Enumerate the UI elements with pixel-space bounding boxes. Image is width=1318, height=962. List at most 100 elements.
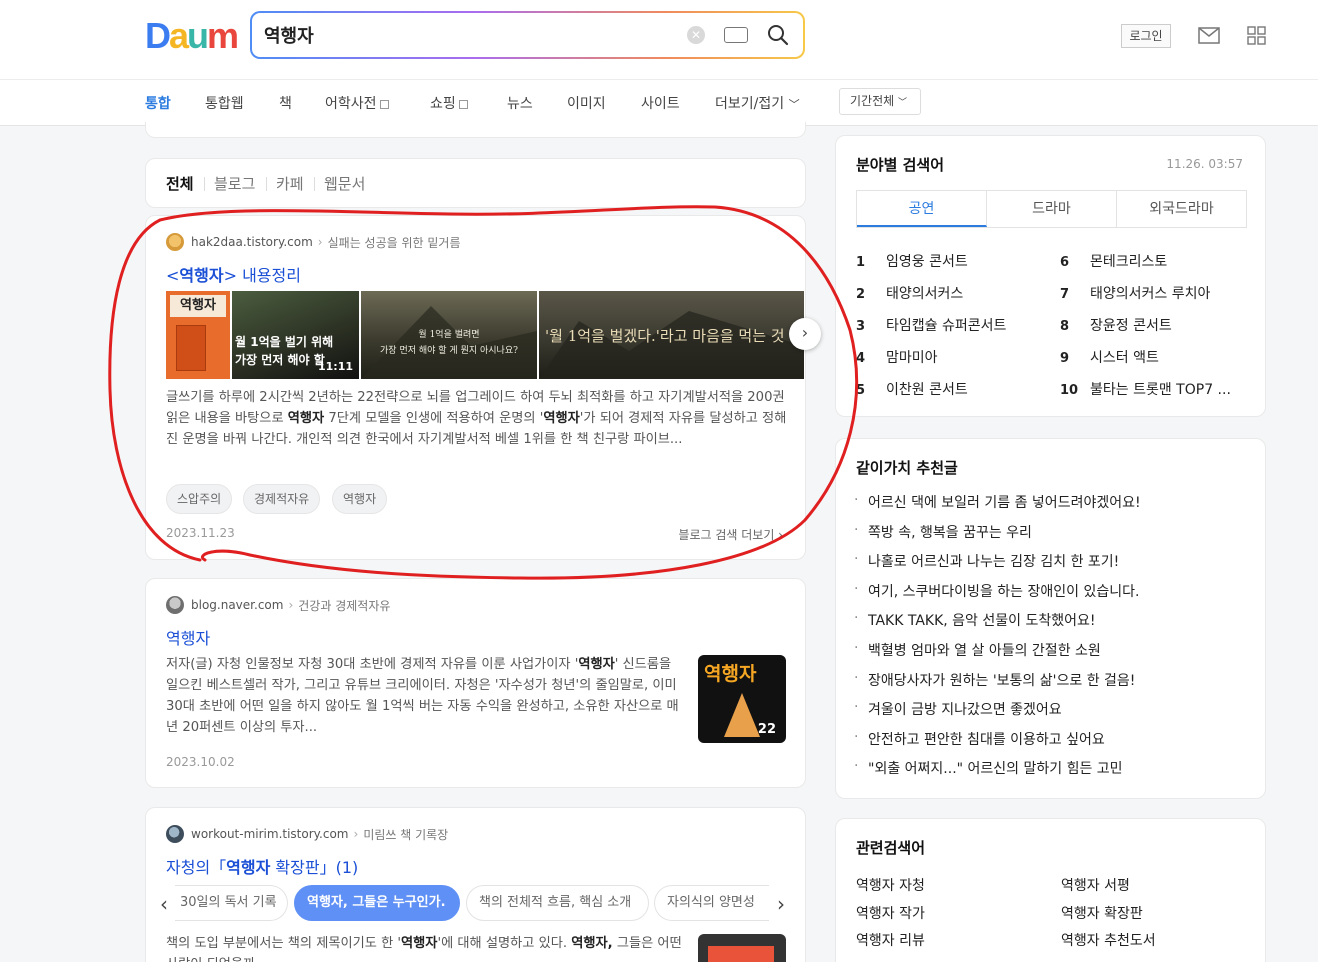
recommend-item[interactable]: "외출 어쩌지..." 어르신의 말하기 힘든 고민 xyxy=(854,758,1123,778)
thumbnail-mountain-quote[interactable]: '월 1억을 벌겠다.'라고 마음을 먹는 것 xyxy=(539,291,804,379)
chevron-right-icon[interactable]: › xyxy=(789,318,821,350)
result-blog-name[interactable]: 건강과 경제적자유 xyxy=(298,597,390,614)
ranking-item[interactable]: 7 태양의서커스 루치아 xyxy=(1060,283,1210,303)
ranking-tab-drama[interactable]: 드라마 xyxy=(987,191,1117,227)
ranking-item[interactable]: 10 불타는 트롯맨 TOP7 ... xyxy=(1060,379,1231,399)
result-thumbnail[interactable]: 역행자 22 xyxy=(698,655,786,743)
daum-logo[interactable]: Daum xyxy=(145,18,239,54)
ranking-item[interactable]: 9 시스터 액트 xyxy=(1060,347,1159,367)
thumbnail-text: 월 1억을 벌려면 xyxy=(418,330,480,340)
divider xyxy=(266,177,267,191)
related-item[interactable]: 역행자 추천도서 xyxy=(1061,930,1156,950)
result-thumbnail[interactable] xyxy=(698,934,786,962)
apps-icon[interactable] xyxy=(1247,26,1266,45)
tab-image[interactable]: 이미지 xyxy=(567,93,606,113)
clear-icon[interactable]: ✕ xyxy=(687,26,705,44)
ranking-card: 분야별 검색어 11.26. 03:57 공연 드라마 외국드라마 1 임영웅 콘… xyxy=(835,135,1266,417)
chapter-chip[interactable]: 30일의 독서 기록 xyxy=(175,885,288,921)
ranking-item[interactable]: 4 맘마미아 xyxy=(856,347,938,367)
chapter-chip[interactable]: 자의식의 양면성 xyxy=(654,885,769,921)
ranking-item[interactable]: 3 타임캡슐 슈퍼콘서트 xyxy=(856,315,1006,335)
divider xyxy=(204,177,205,191)
search-box: ✕ xyxy=(250,11,805,59)
tab-integrated[interactable]: 통합 xyxy=(145,93,171,113)
divider xyxy=(314,177,315,191)
result-domain[interactable]: workout-mirim.tistory.com xyxy=(191,827,349,841)
recommend-item[interactable]: 어르신 댁에 보일러 기름 좀 넣어드려야겠어요! xyxy=(854,492,1141,512)
filter-tab-all[interactable]: 전체 xyxy=(166,173,194,194)
recommend-item[interactable]: 안전하고 편안한 침대를 이용하고 싶어요 xyxy=(854,729,1105,749)
tag-chip[interactable]: 경제적자유 xyxy=(243,484,321,514)
mail-icon[interactable] xyxy=(1198,27,1220,44)
filter-tab-cafe[interactable]: 카페 xyxy=(276,173,304,194)
ranking-title: 분야별 검색어 xyxy=(856,156,945,174)
result-blog-name[interactable]: 실패는 성공을 위한 밑거름 xyxy=(328,234,461,251)
filter-tabs: 전체 블로그 카페 웹문서 xyxy=(145,158,806,208)
recommend-item[interactable]: 나홀로 어르신과 나누는 김장 김치 한 포기! xyxy=(854,551,1119,571)
tab-dictionary[interactable]: 어학사전 xyxy=(325,93,389,113)
related-item[interactable]: 역행자 작가 xyxy=(856,903,925,923)
ranking-item[interactable]: 8 장윤정 콘서트 xyxy=(1060,315,1172,335)
tab-shopping[interactable]: 쇼핑 xyxy=(430,93,468,113)
related-title: 관련검색어 xyxy=(856,839,926,857)
result-snippet: 책의 도입 부분에서는 책의 제목이기도 한 '역행자'에 대해 설명하고 있다… xyxy=(166,936,682,962)
recommend-item[interactable]: 쪽방 속, 행복을 꿈꾸는 우리 xyxy=(854,522,1032,542)
search-input[interactable] xyxy=(264,21,664,49)
result-card: hak2daa.tistory.com › 실패는 성공을 위한 밑거름 <역행… xyxy=(145,215,806,560)
tab-more[interactable]: 더보기/접기 ﹀ xyxy=(715,93,800,113)
related-item[interactable]: 역행자 리뷰 xyxy=(856,930,925,950)
ranking-item[interactable]: 2 태양의서커스 xyxy=(856,283,963,303)
recommend-item[interactable]: 겨울이 금방 지나갔으면 좋겠어요 xyxy=(854,699,1062,719)
login-button[interactable]: 로그인 xyxy=(1121,24,1171,48)
thumbnail-mountain[interactable]: 월 1억을 벌려면 가장 먼저 해야 할 게 뭔지 아시나요? xyxy=(361,291,537,379)
ranking-tabs: 공연 드라마 외국드라마 xyxy=(856,190,1247,228)
search-icon[interactable] xyxy=(766,23,790,47)
filter-tab-webdoc[interactable]: 웹문서 xyxy=(324,173,365,194)
tab-integrated-web[interactable]: 통합웹 xyxy=(205,93,244,113)
result-blog-name[interactable]: 미림쓰 책 기록장 xyxy=(363,826,448,843)
thumbnail-book-cover[interactable]: 역행자 xyxy=(166,291,230,379)
recommend-item[interactable]: 백혈병 엄마와 열 살 아들의 간절한 소원 xyxy=(854,640,1101,660)
chapter-chip-active[interactable]: 역행자, 그들은 누구인가. xyxy=(294,885,460,921)
ranking-tab-performance[interactable]: 공연 xyxy=(857,191,987,227)
keyboard-icon[interactable] xyxy=(724,27,748,43)
thumbnail-video[interactable]: 월 1억을 벌기 위해 가장 먼저 해야 할 11:11 xyxy=(232,291,359,379)
related-item[interactable]: 역행자 확장판 xyxy=(1061,903,1143,923)
tag-chip[interactable]: 스압주의 xyxy=(166,484,233,514)
tag-chip[interactable]: 역행자 xyxy=(332,484,388,514)
chevron-down-icon: ﹀ xyxy=(788,98,800,111)
recommend-item[interactable]: TAKK TAKK, 음악 선물이 도착했어요! xyxy=(854,610,1095,630)
recommend-item[interactable]: 장애당사자가 원하는 '보통의 삶'으로 한 걸음! xyxy=(854,670,1135,690)
related-card: 관련검색어 역행자 자청 역행자 서평 역행자 작가 역행자 확장판 역행자 리… xyxy=(835,818,1266,962)
dog-avatar-icon xyxy=(166,233,184,251)
result-date: 2023.11.23 xyxy=(166,526,235,540)
period-dropdown[interactable]: 기간전체 ﹀ xyxy=(839,88,921,115)
chevron-right-icon: › xyxy=(353,827,359,841)
chevron-right-icon[interactable]: › xyxy=(777,892,785,916)
result-title-link[interactable]: 역행자 xyxy=(166,625,210,649)
chevron-left-icon[interactable]: ‹ xyxy=(160,892,168,916)
ranking-item[interactable]: 1 임영웅 콘서트 xyxy=(856,251,968,271)
result-title-link[interactable]: <역행자> 내용정리 xyxy=(166,262,301,286)
filter-tab-blog[interactable]: 블로그 xyxy=(214,173,255,194)
tab-book[interactable]: 책 xyxy=(279,93,292,113)
blog-search-more-link[interactable]: 블로그 검색 더보기 › xyxy=(678,526,783,543)
ranking-item[interactable]: 6 몬테크리스토 xyxy=(1060,251,1167,271)
thumbnail-text: '월 1억을 벌겠다.'라고 마음을 먹는 것 xyxy=(545,327,785,345)
chapter-chip[interactable]: 책의 전체적 흐름, 핵심 소개 xyxy=(466,885,649,921)
related-item[interactable]: 역행자 자청 xyxy=(856,875,925,895)
ranking-item[interactable]: 5 이찬원 콘서트 xyxy=(856,379,968,399)
video-duration: 11:11 xyxy=(317,360,353,373)
tab-news[interactable]: 뉴스 xyxy=(507,93,533,113)
header: Daum ✕ 로그인 xyxy=(0,0,1318,80)
recommend-card: 같이가치 추천글 어르신 댁에 보일러 기름 좀 넣어드려야겠어요! 쪽방 속,… xyxy=(835,438,1266,799)
ranking-tab-foreign-drama[interactable]: 외국드라마 xyxy=(1117,191,1246,227)
result-title-link[interactable]: 자청의「역행자 확장판」(1) xyxy=(166,854,358,878)
result-snippet: 글쓰기를 하루에 2시간씩 2년하는 22전략으로 뇌를 업그레이드 하여 두뇌… xyxy=(166,390,787,447)
result-domain[interactable]: blog.naver.com xyxy=(191,598,283,612)
tab-site[interactable]: 사이트 xyxy=(641,93,680,113)
chevron-down-icon: ﹀ xyxy=(898,98,908,108)
recommend-item[interactable]: 여기, 스쿠버다이빙을 하는 장애인이 있습니다. xyxy=(854,581,1139,601)
result-domain[interactable]: hak2daa.tistory.com xyxy=(191,235,313,249)
related-item[interactable]: 역행자 서평 xyxy=(1061,875,1130,895)
